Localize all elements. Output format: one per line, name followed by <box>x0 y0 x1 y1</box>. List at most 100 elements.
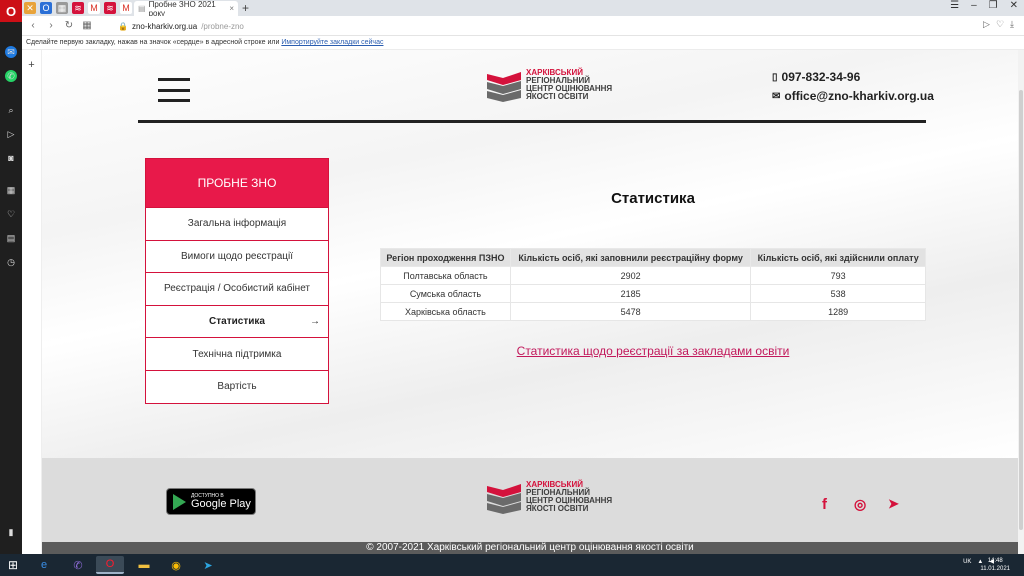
page-scrollbar[interactable] <box>1018 50 1024 554</box>
back-icon[interactable]: ‹ <box>26 20 40 31</box>
google-play-icon <box>173 493 186 510</box>
whatsapp-icon[interactable]: ✆ <box>5 70 17 82</box>
address-bar: ‹ › ↻ ▦ 🔒 zno-kharkiv.org.ua/probne-zno … <box>22 16 1024 36</box>
bookmark-bar: Сделайте первую закладку, нажав на значо… <box>22 36 1024 50</box>
language-indicator[interactable]: UK <box>963 559 971 565</box>
restore-icon[interactable]: ❐ <box>989 0 998 11</box>
menu-item-label: Вимоги щодо реєстрації <box>181 250 293 262</box>
edge-icon[interactable]: e <box>30 556 58 574</box>
telegram-taskbar-icon[interactable]: ➤ <box>194 556 222 574</box>
scrollbar-thumb[interactable] <box>1019 90 1023 530</box>
download-icon[interactable]: ⤓ <box>1010 19 1014 30</box>
search-icon[interactable]: ⌕ <box>5 104 17 116</box>
telegram-icon[interactable]: ➤ <box>888 496 899 512</box>
menu-item-general-info[interactable]: Загальна інформація <box>146 207 328 240</box>
table-row: Сумська область 2185 538 <box>380 284 926 303</box>
footer: ДОСТУПНО В Google Play Харківський регіо… <box>42 458 1018 542</box>
registered-cell: 2185 <box>509 284 752 303</box>
menu-item-label: Технічна підтримка <box>192 348 282 360</box>
table-row: Харківська область 5478 1289 <box>380 302 926 321</box>
lock-icon: 🔒 <box>118 21 128 31</box>
region-cell: Сумська область <box>380 284 511 303</box>
apps-icon[interactable]: ▦ <box>5 184 17 196</box>
paid-cell: 1289 <box>750 302 926 321</box>
gmail-icon[interactable]: M <box>88 2 100 14</box>
header-divider <box>138 120 926 123</box>
bookmark-heart-icon[interactable]: ♡ <box>996 19 1004 30</box>
new-tab-button[interactable]: + <box>242 1 249 15</box>
menu-item-label: Реєстрація / Особистий кабінет <box>163 283 311 295</box>
menu-item-registration-cabinet[interactable]: Реєстрація / Особистий кабінет <box>146 272 328 305</box>
add-icon[interactable]: + <box>22 59 41 71</box>
menu-item-statistics[interactable]: Статистика → <box>146 304 328 338</box>
hamburger-menu-icon[interactable] <box>158 78 190 102</box>
menu-item-tech-support[interactable]: Технічна підтримка <box>146 337 328 370</box>
page-icon: ▤ <box>138 4 146 13</box>
windows-taskbar: ⊞ e ✆ O ▬ ◉ ➤ UK ▲ ◀ 14:48 11.01.2021 <box>0 554 1024 576</box>
footer-logo[interactable]: Харківський регіональний центр оцінюванн… <box>486 480 612 514</box>
news-icon[interactable]: ▤ <box>5 232 17 244</box>
more-icon[interactable]: ▮ <box>5 526 17 538</box>
viber-icon[interactable]: ✆ <box>64 556 92 574</box>
web-page: Харківський регіональний центр оцінюванн… <box>42 50 1018 554</box>
google-play-badge[interactable]: ДОСТУПНО В Google Play <box>166 488 256 515</box>
send-icon[interactable]: ▷ <box>983 19 990 30</box>
phone-number[interactable]: 097-832-34-96 <box>782 70 861 84</box>
windows-start-icon[interactable]: ⊞ <box>8 558 18 572</box>
tab-icon[interactable]: ≋ <box>72 2 84 14</box>
send-icon[interactable]: ▷ <box>5 128 17 140</box>
window-controls: ☰ – ❐ ✕ <box>950 0 1018 11</box>
side-menu: ПРОБНЕ ЗНО Загальна інформація Вимоги що… <box>145 158 329 404</box>
table-header-row: Регіон проходження ПЗНО Кількість осіб, … <box>380 248 926 267</box>
address-bar-actions: ▷ ♡ ⤓ <box>983 19 1014 30</box>
url-domain: zno-kharkiv.org.ua <box>131 21 198 31</box>
menu-item-label: Вартість <box>217 381 257 393</box>
import-bookmarks-link[interactable]: Импортируйте закладки сейчас <box>281 39 383 46</box>
close-tab-icon[interactable]: × <box>229 4 234 13</box>
column-header: Кількість осіб, які здійснили оплату <box>750 248 926 267</box>
heart-icon[interactable]: ♡ <box>5 208 17 220</box>
gmail-icon[interactable]: M <box>120 2 132 14</box>
opera-taskbar-icon[interactable]: O <box>96 556 124 574</box>
chrome-icon[interactable]: ◉ <box>162 556 190 574</box>
instagram-icon[interactable]: ◎ <box>854 496 866 513</box>
menu-item-price[interactable]: Вартість <box>146 369 328 403</box>
messenger-icon[interactable]: ✉ <box>5 46 17 58</box>
clock-date: 11.01.2021 <box>980 566 1010 572</box>
opera-menu-icon[interactable]: O <box>0 0 22 22</box>
active-tab[interactable]: ▤ Пробне ЗНО 2021 року × <box>134 0 238 18</box>
taskbar-clock[interactable]: 14:48 11.01.2021 <box>980 557 1010 573</box>
reload-icon[interactable]: ↻ <box>62 20 76 31</box>
menu-item-registration-requirements[interactable]: Вимоги щодо реєстрації <box>146 239 328 273</box>
minimize-icon[interactable]: – <box>971 0 977 11</box>
registered-cell: 5478 <box>509 302 752 321</box>
menu-item-label: Загальна інформація <box>187 218 287 230</box>
clock-time: 14:48 <box>987 558 1003 564</box>
file-explorer-icon[interactable]: ▬ <box>130 556 158 574</box>
email-address[interactable]: office@zno-kharkiv.org.ua <box>784 89 934 103</box>
page-title: Статистика <box>611 190 695 207</box>
forward-icon[interactable]: › <box>44 20 58 31</box>
close-window-icon[interactable]: ✕ <box>1010 0 1018 11</box>
tab-icon[interactable]: ≋ <box>104 2 116 14</box>
url-field[interactable]: 🔒 zno-kharkiv.org.ua/probne-zno <box>118 19 998 33</box>
logo-text: Харківський регіональний центр оцінюванн… <box>526 69 612 101</box>
history-icon[interactable]: ◷ <box>5 256 17 268</box>
menu-icon[interactable]: ☰ <box>950 0 959 11</box>
tab-icon[interactable]: ▦ <box>56 2 68 14</box>
menu-header[interactable]: ПРОБНЕ ЗНО <box>146 159 328 207</box>
copyright: © 2007-2021 Харківський регіональний цен… <box>42 542 1018 554</box>
statistics-by-institution-link[interactable]: Статистика щодо реєстрації за закладами … <box>380 344 926 358</box>
region-cell: Полтавська область <box>380 266 511 285</box>
tab-icon[interactable]: O <box>40 2 52 14</box>
column-header: Кількість осіб, які заповнили реєстрацій… <box>509 248 752 267</box>
phone-icon: ▯ <box>772 71 778 83</box>
camera-icon[interactable]: ◙ <box>5 152 17 164</box>
facebook-icon[interactable]: f <box>822 496 827 513</box>
speed-dial-icon[interactable]: ▦ <box>80 20 94 31</box>
logo-line: якості освіти <box>526 504 589 513</box>
tab-icon[interactable]: ✕ <box>24 2 36 14</box>
header-logo[interactable]: Харківський регіональний центр оцінюванн… <box>486 68 612 102</box>
sidebar-add-column: + <box>22 50 42 554</box>
header-contacts: ▯ 097-832-34-96 ✉ office@zno-kharkiv.org.u… <box>772 70 934 108</box>
